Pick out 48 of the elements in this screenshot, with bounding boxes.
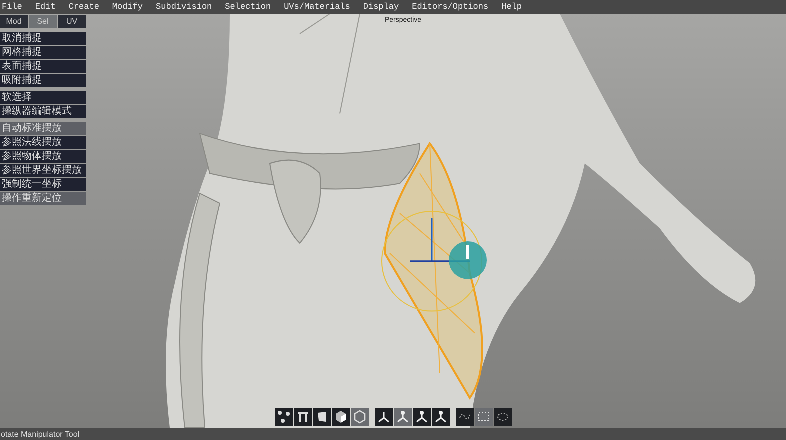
panel-tab[interactable]: UV: [58, 15, 86, 28]
menu-item[interactable]: Display: [363, 2, 400, 12]
vertex-mode-button[interactable]: [275, 408, 293, 426]
menu-item[interactable]: File: [2, 2, 22, 12]
menu-item[interactable]: Edit: [35, 2, 56, 12]
universal-mode-button[interactable]: [432, 408, 450, 426]
edge-mode-button[interactable]: [294, 408, 312, 426]
panel-button[interactable]: 软选择: [0, 91, 86, 104]
panel-button[interactable]: 操纵器编辑模式: [0, 105, 86, 118]
menu-item[interactable]: Modify: [112, 2, 144, 12]
menu-item[interactable]: Help: [502, 2, 522, 12]
axes-icon: [434, 410, 448, 424]
paint-mode-button[interactable]: [494, 408, 512, 426]
menu-item[interactable]: UVs/Materials: [284, 2, 350, 12]
move-mode-button[interactable]: [375, 408, 393, 426]
rotate-mode-button[interactable]: [394, 408, 412, 426]
menu-item[interactable]: Selection: [225, 2, 272, 12]
menu-item[interactable]: Subdivision: [156, 2, 212, 12]
scale-mode-button[interactable]: [413, 408, 431, 426]
panel-button[interactable]: 参照物体摆放: [0, 150, 86, 163]
polygon-mode-button[interactable]: [351, 408, 369, 426]
panel-button[interactable]: 取消捕捉: [0, 32, 86, 45]
panel-button[interactable]: 表面捕捉: [0, 60, 86, 73]
hexagon-icon: [353, 410, 367, 424]
axes-icon: [377, 410, 391, 424]
face-mode-button[interactable]: [313, 408, 331, 426]
axes-icon: [415, 410, 429, 424]
dashed-ellipse-icon: [496, 410, 510, 424]
dashed-rectangle-icon: [477, 410, 491, 424]
status-text: otate Manipulator Tool: [1, 430, 80, 438]
panel-button[interactable]: 自动标准摆放: [0, 122, 86, 135]
face-icon: [315, 410, 329, 424]
cube-icon: [334, 410, 348, 424]
axes-icon: [396, 410, 410, 424]
object-mode-button[interactable]: [332, 408, 350, 426]
lasso-mode-button[interactable]: [456, 408, 474, 426]
panel-button[interactable]: 网格捕捉: [0, 46, 86, 59]
menu-item[interactable]: Editors/Options: [412, 2, 489, 12]
menu-item[interactable]: Create: [68, 2, 100, 12]
edges-icon: [296, 410, 310, 424]
panel-button[interactable]: 参照世界坐标摆放: [0, 164, 86, 177]
rect-mode-button[interactable]: [475, 408, 493, 426]
panel-button[interactable]: 参照法线摆放: [0, 136, 86, 149]
panel-button[interactable]: 吸附捕捉: [0, 74, 86, 87]
dots-icon: [277, 410, 291, 424]
panel-button[interactable]: 强制统一坐标: [0, 178, 86, 191]
panel-tab[interactable]: Mod: [0, 15, 28, 28]
panel-button[interactable]: 操作重新定位: [0, 192, 86, 205]
